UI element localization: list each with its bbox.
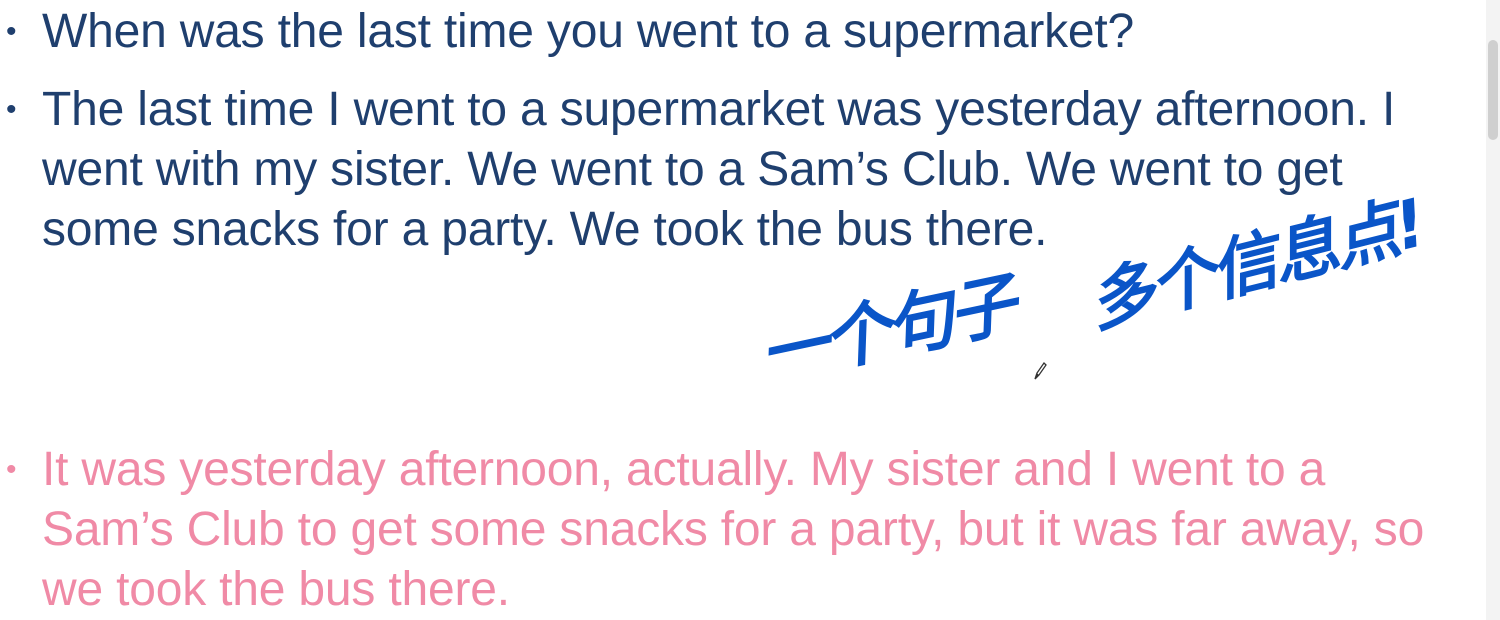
- annotation-part-one: 一个句子: [752, 265, 1020, 397]
- pen-cursor-icon: [1034, 361, 1047, 380]
- bullet-dot: •: [6, 93, 17, 126]
- bullet-dot: •: [6, 15, 17, 48]
- handwritten-annotation: 一个句子 多个信息点!: [753, 185, 1500, 420]
- bullet-dot: •: [6, 453, 17, 486]
- improved-answer-text: It was yesterday afternoon, actually. My…: [42, 443, 1425, 616]
- question-text: When was the last time you went to a sup…: [42, 5, 1135, 58]
- scrollbar-thumb[interactable]: [1488, 40, 1498, 140]
- scrollbar[interactable]: [1486, 0, 1500, 620]
- slide: • When was the last time you went to a s…: [0, 0, 1500, 620]
